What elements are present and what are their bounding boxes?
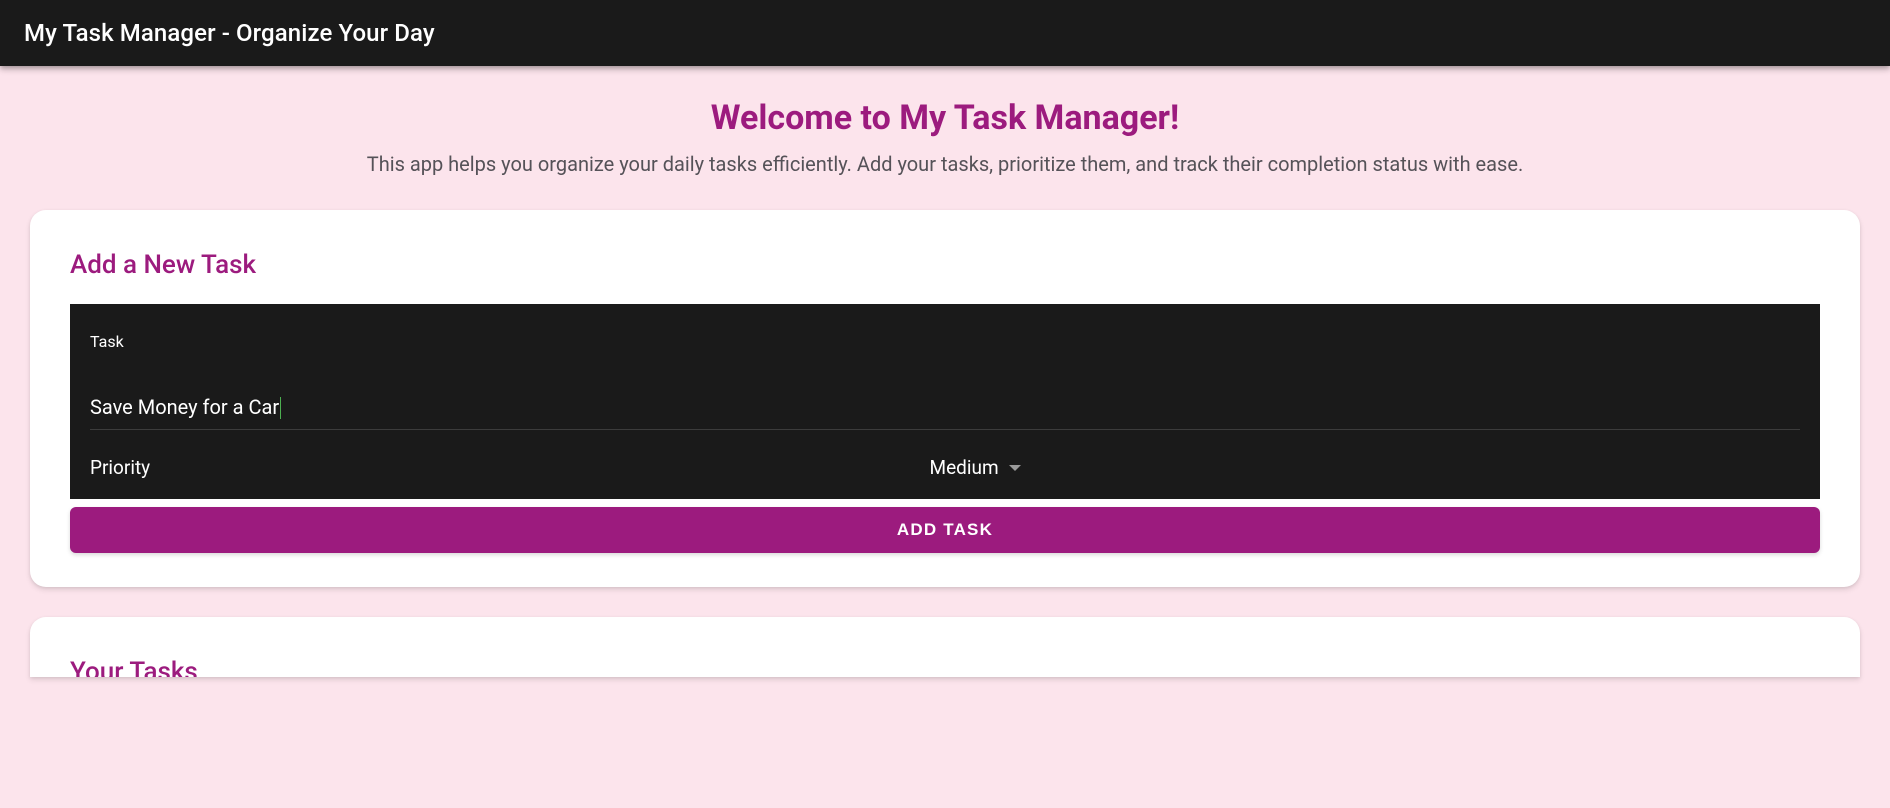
welcome-section: Welcome to My Task Manager! This app hel… (30, 98, 1860, 176)
task-input-value: Save Money for a Car (90, 395, 279, 419)
add-task-card-title: Add a New Task (70, 250, 1820, 280)
add-task-button[interactable]: ADD TASK (70, 507, 1820, 553)
app-title: My Task Manager - Organize Your Day (24, 19, 435, 47)
priority-field-label: Priority (90, 456, 150, 479)
dropdown-icon (1009, 458, 1021, 477)
add-task-card: Add a New Task Task Save Money for a Car… (30, 210, 1860, 587)
welcome-heading: Welcome to My Task Manager! (30, 98, 1860, 138)
main-content: Welcome to My Task Manager! This app hel… (0, 66, 1890, 677)
task-field-label: Task (90, 332, 1800, 351)
add-task-form: Task Save Money for a Car Priority Mediu… (70, 304, 1820, 499)
priority-field-value: Medium (930, 456, 999, 479)
app-header: My Task Manager - Organize Your Day (0, 0, 1890, 66)
your-tasks-card-title: Your Tasks (70, 657, 1820, 677)
your-tasks-card: Your Tasks (30, 617, 1860, 677)
priority-select[interactable]: Priority Medium (90, 450, 1800, 487)
welcome-subtext: This app helps you organize your daily t… (30, 152, 1860, 176)
task-input[interactable]: Save Money for a Car (90, 395, 1800, 430)
text-caret (280, 397, 281, 419)
